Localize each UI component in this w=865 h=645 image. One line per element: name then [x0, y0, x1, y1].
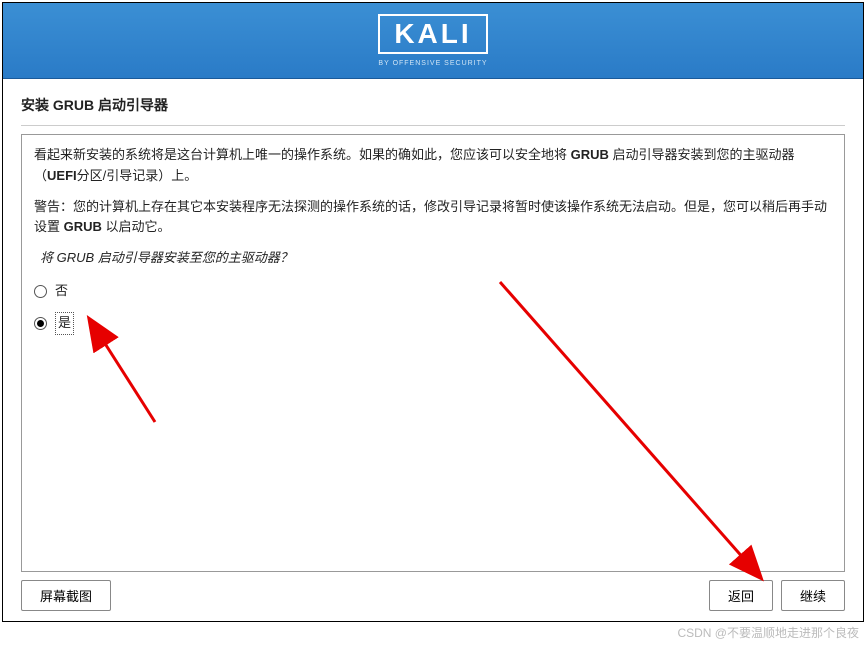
logo-text: KALI: [390, 20, 475, 48]
radio-dot-icon: [37, 320, 44, 327]
screenshot-button[interactable]: 屏幕截图: [21, 580, 111, 611]
installer-window: KALI BY OFFENSIVE SECURITY 安装 GRUB 启动引导器…: [2, 2, 864, 622]
question-text: 将 GRUB 启动引导器安装至您的主驱动器？: [40, 248, 832, 269]
radio-label-no: 否: [55, 281, 68, 302]
radio-option-yes[interactable]: 是: [34, 312, 832, 335]
grub-bold: GRUB: [64, 219, 102, 234]
kali-logo: KALI BY OFFENSIVE SECURITY: [378, 14, 487, 67]
watermark: CSDN @不要温顺地走进那个良夜: [677, 624, 859, 641]
button-bar: 屏幕截图 返回 继续: [3, 572, 863, 621]
radio-option-no[interactable]: 否: [34, 281, 832, 302]
title-divider: [21, 125, 845, 126]
description-line1: 看起来新安装的系统将是这台计算机上唯一的操作系统。如果的确如此，您应该可以安全地…: [34, 145, 832, 187]
continue-button[interactable]: 继续: [781, 580, 845, 611]
desc-text: 看起来新安装的系统将是这台计算机上唯一的操作系统。如果的确如此，您应该可以安全地…: [34, 147, 571, 162]
content-box: 看起来新安装的系统将是这台计算机上唯一的操作系统。如果的确如此，您应该可以安全地…: [21, 134, 845, 572]
radio-circle-icon: [34, 317, 47, 330]
header-banner: KALI BY OFFENSIVE SECURITY: [3, 3, 863, 79]
logo-subtitle: BY OFFENSIVE SECURITY: [378, 60, 487, 67]
desc-text: 分区/引导记录）上。: [77, 168, 198, 183]
title-area: 安装 GRUB 启动引导器: [3, 79, 863, 134]
uefi-bold: UEFI: [47, 168, 77, 183]
warning-line: 警告：您的计算机上存在其它本安装程序无法探测的操作系统的话，修改引导记录将暂时使…: [34, 197, 832, 239]
radio-circle-icon: [34, 285, 47, 298]
radio-label-yes: 是: [55, 312, 74, 335]
back-button[interactable]: 返回: [709, 580, 773, 611]
page-title: 安装 GRUB 启动引导器: [21, 95, 845, 115]
right-button-group: 返回 继续: [709, 580, 845, 611]
grub-bold: GRUB: [571, 147, 609, 162]
warning-text: 以启动它。: [102, 219, 171, 234]
content-area: 看起来新安装的系统将是这台计算机上唯一的操作系统。如果的确如此，您应该可以安全地…: [3, 134, 863, 572]
